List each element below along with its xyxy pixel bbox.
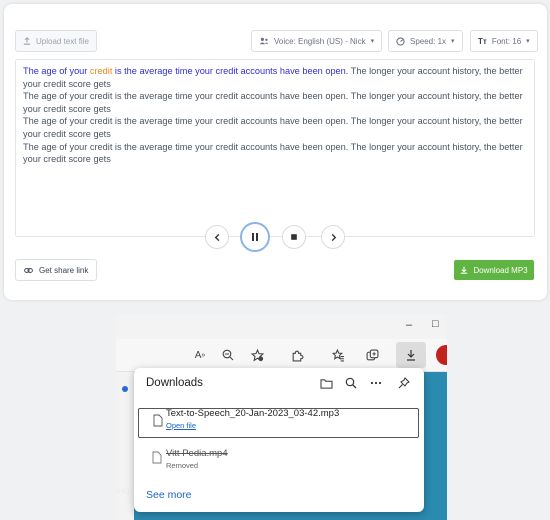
text-paragraph: The age of your credit is the average ti… — [23, 91, 523, 114]
more-options-icon[interactable] — [368, 375, 384, 391]
download-filename: Text-to-Speech_20-Jan-2023_03-42.mp3 — [166, 408, 340, 419]
previous-button[interactable] — [205, 225, 229, 249]
download-status: Removed — [166, 461, 199, 470]
next-button[interactable] — [321, 225, 345, 249]
current-word: credit — [89, 66, 113, 76]
browser-titlebar: – □ — [116, 314, 447, 339]
chevron-left-icon — [214, 233, 219, 241]
read-text: is the average time your credit accounts… — [112, 66, 349, 76]
voice-select[interactable]: Voice: English (US) - Nick ▾ — [251, 30, 383, 52]
page-left-strip: uag — [116, 372, 134, 520]
text-input-area[interactable]: The age of your credit is the average ti… — [15, 59, 535, 237]
text-paragraph: The age of your credit is the average ti… — [23, 116, 523, 139]
profile-avatar[interactable] — [436, 345, 447, 365]
download-filename: Vitt Pedia.mp4 — [166, 448, 228, 459]
pause-icon — [252, 233, 258, 241]
file-icon — [152, 451, 162, 464]
font-size-icon: Tт — [478, 36, 487, 46]
maximize-button[interactable]: □ — [432, 318, 439, 330]
extensions-icon[interactable] — [287, 345, 307, 365]
chevron-down-icon: ▾ — [526, 38, 530, 45]
minimize-button[interactable]: – — [406, 319, 412, 331]
page-bullet-icon — [122, 386, 128, 392]
open-folder-icon[interactable] — [318, 375, 334, 391]
speed-label: Speed: 1x — [410, 36, 447, 46]
pause-button[interactable] — [240, 222, 270, 252]
text-paragraph: The age of your credit is the average ti… — [23, 141, 523, 165]
upload-icon — [23, 37, 31, 45]
see-more-link[interactable]: See more — [146, 489, 192, 501]
downloads-panel: Downloads Text-to-Speech_20-Jan-2023_03-… — [134, 368, 424, 512]
zoom-out-icon[interactable] — [218, 345, 238, 365]
read-text: The age of your — [23, 66, 90, 76]
font-label: Font: 16 — [491, 36, 522, 46]
chevron-down-icon: ▾ — [451, 38, 455, 45]
download-icon — [461, 266, 468, 274]
downloads-icon[interactable] — [396, 342, 426, 368]
font-size-select[interactable]: Tт Font: 16 ▾ — [470, 30, 538, 52]
share-label: Get share link — [39, 265, 89, 275]
search-icon[interactable] — [343, 375, 359, 391]
link-icon — [24, 267, 33, 273]
stop-button[interactable] — [282, 225, 306, 249]
voice-label: Voice: English (US) - Nick — [274, 36, 366, 46]
pin-icon[interactable] — [396, 375, 412, 391]
speed-select[interactable]: Speed: 1x ▾ — [388, 30, 463, 52]
voice-users-icon — [259, 37, 269, 45]
chevron-down-icon: ▾ — [370, 38, 375, 45]
favorites-icon[interactable] — [328, 345, 348, 365]
download-mp3-button[interactable]: Download MP3 — [454, 260, 534, 280]
chevron-right-icon — [331, 233, 336, 241]
speed-gauge-icon — [396, 36, 405, 46]
read-aloud-icon[interactable]: A» — [190, 345, 210, 365]
upload-text-file-button[interactable]: Upload text file — [15, 30, 97, 52]
open-file-link[interactable]: Open file — [166, 421, 196, 430]
text-paragraph-current: The age of your credit is the average ti… — [23, 65, 527, 90]
collections-icon[interactable] — [362, 345, 382, 365]
file-icon — [153, 414, 163, 427]
upload-label: Upload text file — [36, 36, 89, 46]
text-paragraph-list: The age of your credit is the average ti… — [23, 90, 527, 166]
add-favorite-icon[interactable] — [247, 345, 267, 365]
download-label: Download MP3 — [473, 265, 528, 275]
stop-icon — [291, 234, 297, 240]
background-page-text: uag — [116, 486, 130, 495]
downloads-title: Downloads — [146, 377, 203, 389]
get-share-link-button[interactable]: Get share link — [15, 259, 98, 281]
